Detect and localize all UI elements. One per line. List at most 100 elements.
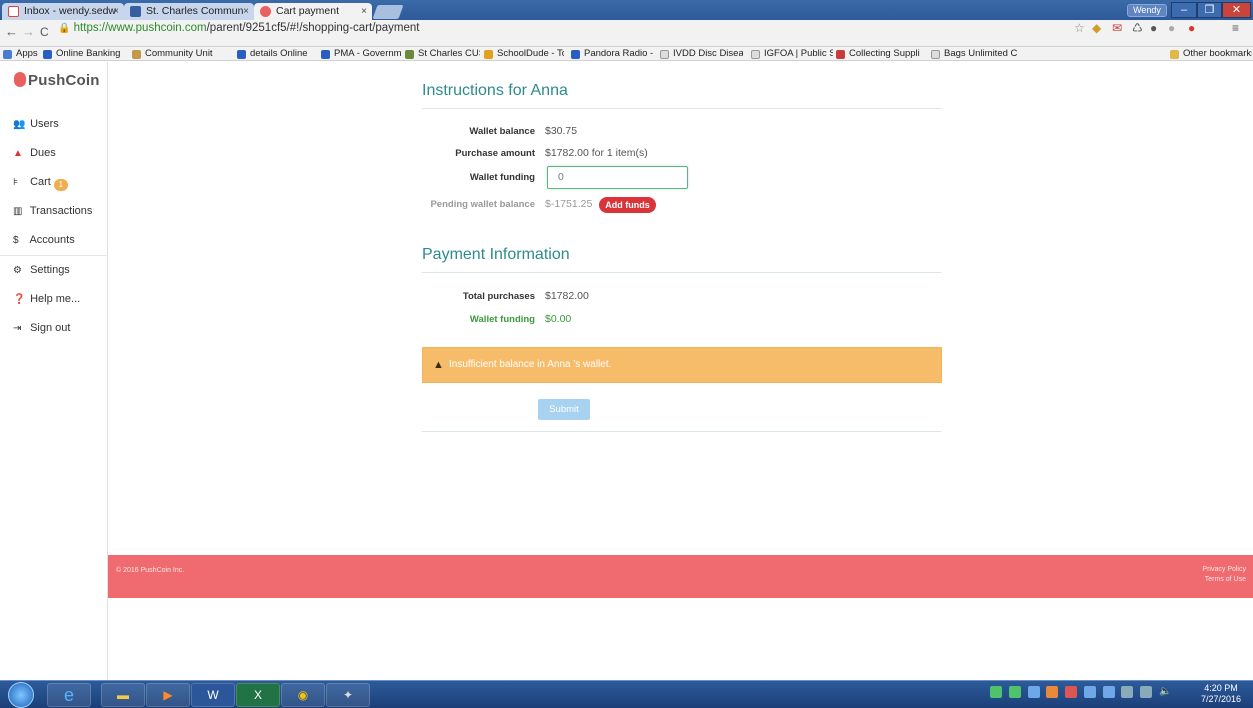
footer-links: Privacy Policy Terms of Use bbox=[1202, 565, 1246, 585]
back-icon[interactable]: ← bbox=[5, 24, 18, 39]
flag-icon[interactable] bbox=[1140, 686, 1153, 698]
gears-icon: ⚙ bbox=[13, 265, 22, 276]
warning-icon: ▲ bbox=[433, 359, 444, 371]
star-icon[interactable]: ☆ bbox=[1074, 21, 1085, 35]
minimize-button[interactable]: ‒ bbox=[1171, 2, 1197, 18]
page-icon bbox=[836, 50, 845, 59]
bookmark-schooldude[interactable]: SchoolDude - To bbox=[484, 47, 564, 60]
bookmark-pma[interactable]: PMA - Governme bbox=[321, 47, 401, 60]
adblock-icon[interactable]: ● bbox=[1188, 21, 1195, 35]
sidebar-item-settings[interactable]: ⚙ Settings bbox=[13, 264, 70, 276]
pandora-icon bbox=[571, 50, 580, 59]
bookmark-collecting-supplies[interactable]: Collecting Suppli bbox=[836, 47, 926, 60]
bookmark-community-unit[interactable]: Community Unit bbox=[132, 47, 232, 60]
bell-icon: ▲ bbox=[13, 148, 23, 159]
bookmark-st-charles-cusd[interactable]: St Charles CUSD bbox=[405, 47, 480, 60]
forward-icon[interactable]: → bbox=[22, 24, 35, 39]
cart-icon: ⊧ bbox=[13, 177, 19, 188]
sidebar-item-cart[interactable]: ⊧ Cart 1 bbox=[13, 176, 68, 191]
gray-extension-icon[interactable]: ● bbox=[1168, 21, 1175, 35]
tab-st-charles[interactable]: St. Charles Commun × bbox=[124, 3, 254, 20]
media-player-icon[interactable]: ▶ bbox=[146, 683, 190, 707]
terms-of-use-link[interactable]: Terms of Use bbox=[1202, 575, 1246, 585]
bookmark-pandora[interactable]: Pandora Radio - bbox=[571, 47, 654, 60]
sign-out-icon: ⇥ bbox=[13, 323, 22, 334]
close-icon[interactable]: × bbox=[361, 3, 367, 20]
tray-icon[interactable] bbox=[1065, 686, 1078, 698]
bookmark-igfoa[interactable]: IGFOA | Public Se bbox=[751, 47, 833, 60]
tab-inbox[interactable]: Inbox - wendy.sedw × bbox=[2, 3, 124, 20]
extension-icon[interactable]: ◆ bbox=[1092, 21, 1101, 35]
new-tab-button[interactable] bbox=[372, 5, 404, 19]
bookmark-details-online[interactable]: details Online bbox=[237, 47, 317, 60]
tray-icon[interactable] bbox=[1027, 686, 1040, 698]
tray-icon[interactable] bbox=[1008, 686, 1021, 698]
recycle-icon[interactable]: ♺ bbox=[1132, 21, 1143, 35]
instructions-title: Instructions for Anna bbox=[422, 82, 568, 99]
tray-icon[interactable] bbox=[990, 686, 1002, 698]
app-icon[interactable]: ✦ bbox=[326, 683, 370, 707]
lock-icon: 🔒 bbox=[58, 23, 71, 34]
close-window-button[interactable]: ✕ bbox=[1222, 2, 1251, 18]
sidebar-item-accounts[interactable]: $ Accounts bbox=[13, 234, 75, 246]
wallet-balance-value: $30.75 bbox=[545, 125, 578, 137]
total-purchases-value: $1782.00 bbox=[545, 290, 589, 302]
bookmark-bags-unlimited[interactable]: Bags Unlimited C bbox=[931, 47, 1021, 60]
privacy-policy-link[interactable]: Privacy Policy bbox=[1202, 565, 1246, 575]
sidebar-item-sign-out[interactable]: ⇥ Sign out bbox=[13, 322, 70, 334]
total-purchases-label: Total purchases bbox=[462, 291, 535, 302]
wallet-funding-label: Wallet funding bbox=[469, 172, 535, 183]
start-button[interactable] bbox=[8, 682, 34, 708]
bank-icon bbox=[43, 50, 52, 59]
maximize-button[interactable]: ❐ bbox=[1197, 2, 1222, 18]
bookmark-other[interactable]: Other bookmarks bbox=[1170, 47, 1252, 60]
chrome-icon[interactable]: ◉ bbox=[281, 683, 325, 707]
reload-icon[interactable]: C bbox=[40, 25, 49, 39]
sidebar: PushCoin 👥 Users ▲ Dues ⊧ Cart 1 ▥ Transa… bbox=[0, 62, 108, 680]
section-divider bbox=[422, 272, 941, 273]
users-icon: 👥 bbox=[13, 119, 26, 130]
pushcoin-logo[interactable]: PushCoin bbox=[14, 72, 100, 89]
question-icon: ❓ bbox=[13, 294, 26, 305]
gmail-extension-icon[interactable]: ✉ bbox=[1112, 21, 1122, 35]
bookmark-ivdd[interactable]: IVDD Disc Diseas bbox=[660, 47, 743, 60]
menu-icon[interactable]: ≡ bbox=[1232, 21, 1239, 35]
page-icon bbox=[660, 50, 669, 59]
pushcoin-logo-icon bbox=[14, 72, 26, 87]
circle-extension-icon[interactable]: ● bbox=[1150, 21, 1157, 35]
page-icon bbox=[237, 50, 246, 59]
page-icon bbox=[484, 50, 493, 59]
close-icon[interactable]: × bbox=[243, 3, 249, 20]
address-bar[interactable]: 🔒 https://www.pushcoin.com/parent/9251cf… bbox=[58, 22, 420, 34]
shield-icon[interactable] bbox=[1102, 686, 1115, 698]
bookmark-online-banking[interactable]: Online Banking fo bbox=[43, 47, 123, 60]
payment-info-title: Payment Information bbox=[422, 246, 570, 263]
sidebar-item-help[interactable]: ❓ Help me... bbox=[13, 293, 80, 305]
profile-button[interactable]: Wendy bbox=[1127, 4, 1167, 17]
submit-button[interactable]: Submit bbox=[538, 399, 590, 420]
tray-icon[interactable] bbox=[1083, 686, 1096, 698]
sidebar-item-dues[interactable]: ▲ Dues bbox=[13, 147, 56, 159]
sidebar-item-transactions[interactable]: ▥ Transactions bbox=[13, 205, 92, 217]
volume-icon[interactable]: 🔈 bbox=[1159, 686, 1171, 698]
network-icon[interactable] bbox=[1121, 686, 1134, 698]
close-icon[interactable]: × bbox=[113, 3, 119, 20]
clock[interactable]: 4:20 PM 7/27/2016 bbox=[1201, 683, 1241, 705]
page-icon bbox=[321, 50, 330, 59]
ie-icon[interactable]: e bbox=[47, 683, 91, 707]
explorer-icon[interactable]: ▬ bbox=[101, 683, 145, 707]
gmail-icon bbox=[8, 6, 19, 17]
page-icon bbox=[751, 50, 760, 59]
wallet-funding-input[interactable]: 0 bbox=[547, 166, 688, 189]
add-funds-button[interactable]: Add funds bbox=[599, 197, 656, 213]
pending-balance-label: Pending wallet balance bbox=[430, 199, 535, 210]
copyright: © 2016 PushCoin Inc. bbox=[116, 567, 185, 574]
sidebar-item-users[interactable]: 👥 Users bbox=[13, 118, 59, 130]
bookmark-apps[interactable]: Apps bbox=[3, 47, 43, 60]
word-icon[interactable]: W bbox=[191, 683, 235, 707]
tab-cart-payment[interactable]: Cart payment × bbox=[254, 3, 372, 20]
cart-count-badge: 1 bbox=[53, 179, 68, 191]
payment-wallet-funding-value: $0.00 bbox=[545, 313, 572, 325]
excel-icon[interactable]: X bbox=[236, 683, 280, 707]
tray-icon[interactable] bbox=[1046, 686, 1059, 698]
